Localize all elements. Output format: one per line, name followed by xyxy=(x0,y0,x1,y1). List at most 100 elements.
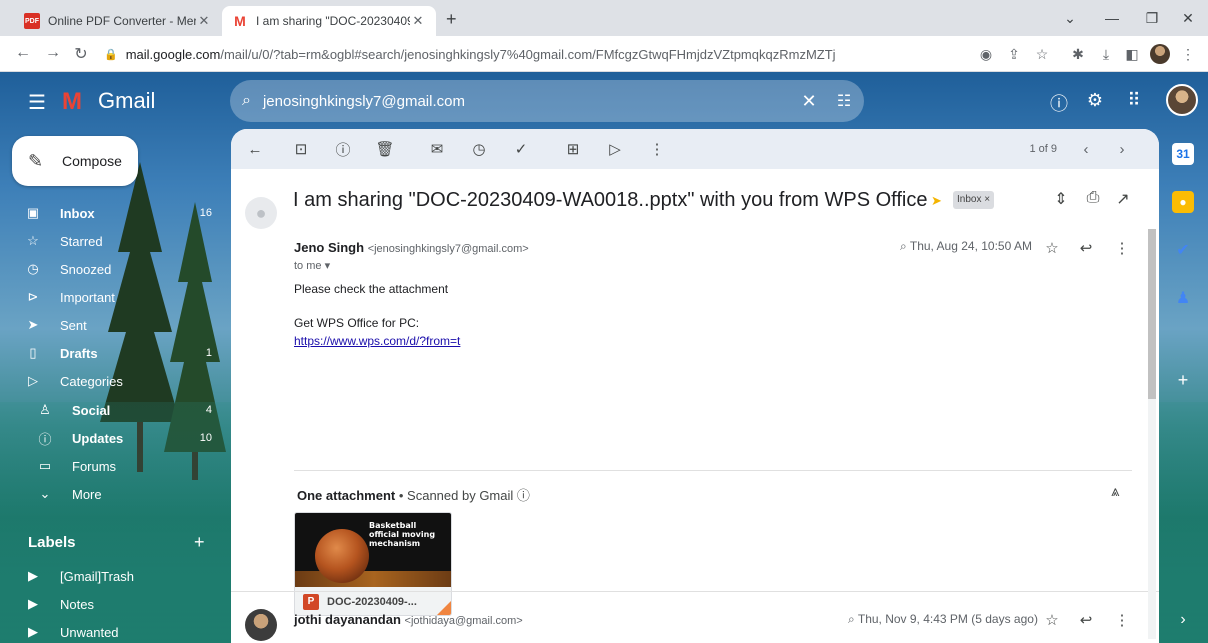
search-icon[interactable]: ⌕ xyxy=(242,92,251,110)
profile-avatar[interactable] xyxy=(1150,44,1170,64)
back-arrow-icon[interactable]: ← xyxy=(241,141,269,158)
address-bar[interactable]: 🔒 mail.google.com /mail/u/0/?tab=rm&ogbl… xyxy=(104,41,954,67)
reply-icon[interactable]: ↩ xyxy=(1075,611,1097,629)
sidebar-item-important[interactable]: ⊳ Important xyxy=(22,284,212,310)
sender-avatar[interactable] xyxy=(245,609,277,641)
keep-icon[interactable]: ● xyxy=(1172,191,1194,213)
sidebar-item-updates[interactable]: ⓘ Updates 10 xyxy=(34,425,212,451)
archive-icon[interactable]: ⊡ xyxy=(287,140,315,158)
tasks-icon[interactable]: ✔ xyxy=(1172,239,1194,261)
more-vert-icon[interactable]: ⋮ xyxy=(1111,239,1133,257)
sidebar-label-trash[interactable]: ▶ [Gmail]Trash xyxy=(22,563,212,589)
lock-icon: 🔒 xyxy=(104,48,118,61)
sidebar-label-notes[interactable]: ▶ Notes xyxy=(22,591,212,617)
chevron-left-icon[interactable]: ‹ xyxy=(1075,141,1097,158)
get-addons-icon[interactable]: + xyxy=(1172,369,1194,391)
sender-name[interactable]: Jeno Singh xyxy=(294,240,364,255)
sidebar-label-unwanted[interactable]: ▶ Unwanted xyxy=(22,619,212,643)
label-icon[interactable]: ▷ xyxy=(601,140,629,158)
compose-button[interactable]: ✎ Compose xyxy=(12,136,138,186)
sidebar-item-sent[interactable]: ➤ Sent xyxy=(22,312,212,338)
forward-arrow-icon[interactable]: → xyxy=(42,44,64,62)
more-vert-icon[interactable]: ⋮ xyxy=(643,140,671,158)
new-tab-button[interactable]: + xyxy=(446,9,457,30)
download-icon[interactable]: ⤓ xyxy=(1096,46,1116,63)
browser-tab-strip: PDF Online PDF Converter - Merge, c ✕ M … xyxy=(0,0,1208,36)
contacts-icon[interactable]: ♟ xyxy=(1172,287,1194,309)
snooze-icon[interactable]: ◷ xyxy=(465,140,493,158)
help-icon[interactable]: ⓘ xyxy=(1047,90,1071,116)
inbox-icon: ▣ xyxy=(26,205,40,220)
move-to-icon[interactable]: ⊞ xyxy=(559,140,587,158)
browser-tab-pdf-converter[interactable]: PDF Online PDF Converter - Merge, c ✕ xyxy=(14,6,222,36)
message2-sender[interactable]: jothi dayanandan <jothidaya@gmail.com> xyxy=(294,612,523,627)
gmail-app: ☰ M Gmail ⌕ jenosinghkingsly7@gmail.com … xyxy=(0,72,1208,643)
extensions-puzzle-icon[interactable]: ✱ xyxy=(1068,46,1088,63)
star-icon[interactable]: ☆ xyxy=(1041,239,1063,257)
restore-button[interactable]: ❐ xyxy=(1132,6,1172,30)
close-icon[interactable]: ✕ xyxy=(196,13,212,29)
print-icon[interactable]: ⎙ xyxy=(1082,189,1104,207)
gear-icon[interactable]: ⚙ xyxy=(1083,90,1107,111)
reload-icon[interactable]: ↻ xyxy=(70,44,92,64)
scrollbar[interactable] xyxy=(1148,229,1156,639)
report-spam-icon[interactable]: ⓘ xyxy=(329,139,357,160)
body-text: Get WPS Office for PC: xyxy=(294,316,420,330)
delete-icon[interactable]: 🗑 xyxy=(371,140,399,158)
clear-search-icon[interactable]: ✕ xyxy=(794,91,824,112)
sidebar-item-forums[interactable]: ▭ Forums xyxy=(34,453,212,479)
apps-grid-icon[interactable]: ⠿ xyxy=(1122,90,1146,111)
inbox-label-chip[interactable]: Inbox × xyxy=(953,191,995,209)
search-options-icon[interactable]: ☷ xyxy=(824,91,864,111)
chevron-right-icon[interactable]: › xyxy=(1172,609,1194,631)
more-vert-icon[interactable]: ⋮ xyxy=(1111,611,1133,629)
add-task-icon[interactable]: ✓ xyxy=(507,140,535,158)
search-input[interactable]: jenosinghkingsly7@gmail.com xyxy=(263,93,794,110)
address-host: mail.google.com xyxy=(125,46,221,62)
browser-menu-icon[interactable]: ⋮ xyxy=(1178,46,1198,63)
tracking-eye-icon[interactable]: ◉ xyxy=(976,46,996,63)
reply-icon[interactable]: ↩ xyxy=(1075,239,1097,257)
sidebar-item-categories[interactable]: ▷ Categories xyxy=(22,368,212,394)
pencil-icon: ✎ xyxy=(28,150,44,171)
star-icon[interactable]: ☆ xyxy=(1041,611,1063,629)
label-icon: ▶ xyxy=(28,596,38,611)
main-menu-icon[interactable]: ☰ xyxy=(28,90,46,115)
gmail-logo[interactable]: M xyxy=(62,88,82,116)
sidebar-item-drafts[interactable]: ▯ Drafts 1 xyxy=(22,340,212,366)
side-panel-icon[interactable]: ◧ xyxy=(1122,46,1142,63)
sidebar-item-inbox[interactable]: ▣ Inbox 16 xyxy=(22,200,212,226)
attachment-clip-icon: ⌕ xyxy=(848,612,855,626)
thumbnail-title: Basketball official moving mechanism xyxy=(369,521,436,548)
add-to-drive-icon[interactable]: ⩓ xyxy=(1111,483,1119,500)
close-icon[interactable]: ✕ xyxy=(410,13,426,29)
open-new-window-icon[interactable]: ↗ xyxy=(1112,189,1134,209)
important-marker-icon[interactable]: ➤ xyxy=(931,193,942,209)
pager-count: 1 of 9 xyxy=(1029,143,1057,155)
minimize-button[interactable]: — xyxy=(1092,6,1132,30)
calendar-icon[interactable]: 31 xyxy=(1172,143,1194,165)
expand-collapse-icon[interactable]: ⇕ xyxy=(1050,189,1072,209)
sidebar-item-social[interactable]: ♙ Social 4 xyxy=(34,397,212,423)
search-bar[interactable]: ⌕ jenosinghkingsly7@gmail.com ✕ ☷ xyxy=(230,80,864,122)
attachment-card[interactable]: Basketball official moving mechanism P D… xyxy=(294,512,452,616)
close-window-button[interactable]: ✕ xyxy=(1168,6,1208,30)
create-label-button[interactable]: + xyxy=(194,532,205,553)
scrollbar-thumb[interactable] xyxy=(1148,229,1156,399)
browser-tab-gmail[interactable]: M I am sharing "DOC-20230409-W ✕ xyxy=(222,6,436,36)
recipients-toggle[interactable]: to me ▾ xyxy=(294,259,330,272)
important-icon: ⊳ xyxy=(27,289,39,304)
back-arrow-icon[interactable]: ← xyxy=(12,44,34,62)
wps-download-link[interactable]: https://www.wps.com/d/?from=t xyxy=(294,334,460,348)
share-icon[interactable]: ⇪ xyxy=(1004,46,1024,63)
label-icon: ▷ xyxy=(28,373,38,388)
mark-unread-icon[interactable]: ✉ xyxy=(423,140,451,158)
tab-search-icon[interactable]: ⌄ xyxy=(1050,6,1090,30)
bookmark-star-icon[interactable]: ☆ xyxy=(1032,46,1052,63)
chevron-right-icon[interactable]: › xyxy=(1111,141,1133,158)
sidebar-item-starred[interactable]: ☆ Starred xyxy=(22,228,212,254)
sender-avatar[interactable]: ● xyxy=(245,197,277,229)
account-avatar[interactable] xyxy=(1166,84,1198,116)
sidebar-item-snoozed[interactable]: ◷ Snoozed xyxy=(22,256,212,282)
sidebar-item-more[interactable]: ⌄ More xyxy=(34,481,212,507)
